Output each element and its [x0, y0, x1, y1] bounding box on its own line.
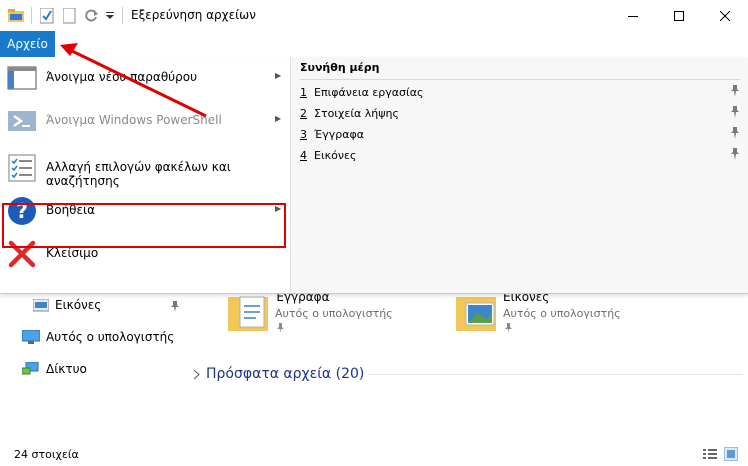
network-icon [22, 362, 39, 375]
nav-item-this-pc[interactable]: Αυτός ο υπολογιστής [22, 330, 174, 344]
frequent-place-item[interactable]: 1 Επιφάνεια εργασίας [300, 83, 740, 103]
ribbon-bar [0, 31, 748, 58]
new-folder-icon[interactable] [63, 8, 76, 24]
properties-icon[interactable] [40, 8, 54, 24]
new-window-icon [7, 66, 37, 90]
access-key: 3 [300, 128, 307, 141]
folder-app-icon [8, 9, 24, 22]
nav-item-label: Αυτός ο υπολογιστής [46, 330, 175, 344]
toolbar-divider [31, 7, 32, 24]
section-divider [368, 374, 743, 375]
file-menu: Άνοιγμα νέου παραθύρου ▶ Άνοιγμα Windows… [0, 57, 748, 294]
folder-options-icon [8, 154, 36, 182]
menu-item-label: Άνοιγμα Windows PowerShell [46, 113, 222, 127]
documents-folder-icon[interactable] [228, 293, 270, 333]
nav-item-label: Δίκτυο [46, 362, 87, 376]
frequent-place-label: Στοιχεία λήψης [314, 107, 399, 120]
minimize-icon [628, 15, 638, 17]
frequent-place-item[interactable]: 2 Στοιχεία λήψης [300, 104, 740, 124]
item-count: 24 στοιχεία [14, 448, 79, 461]
file-menu-commands: Άνοιγμα νέου παραθύρου ▶ Άνοιγμα Windows… [0, 57, 291, 293]
pin-icon[interactable] [170, 301, 180, 312]
frequent-place-label: Επιφάνεια εργασίας [314, 86, 424, 99]
section-divider [300, 79, 740, 80]
access-key: 4 [300, 149, 307, 162]
status-bar [0, 440, 748, 466]
maximize-icon [674, 10, 684, 21]
submenu-arrow-icon: ▶ [275, 71, 282, 80]
frequent-places-title: Συνήθη μέρη [300, 61, 380, 74]
pin-icon[interactable] [730, 106, 740, 118]
powershell-icon [8, 111, 36, 131]
pin-icon[interactable] [730, 85, 740, 97]
frequent-place-item[interactable]: 4 Εικόνες [300, 146, 740, 166]
computer-icon [22, 330, 40, 344]
nav-item-network[interactable]: Δίκτυο [22, 362, 87, 376]
customize-toolbar-chevron-icon[interactable] [106, 12, 114, 20]
menu-item-label: Άνοιγμα νέου παραθύρου [46, 70, 198, 84]
menu-item-open-powershell[interactable]: Άνοιγμα Windows PowerShell ▶ [0, 100, 290, 143]
pictures-icon [33, 298, 49, 311]
pin-icon[interactable] [276, 323, 285, 333]
menu-item-label: Κλείσιμο [46, 246, 99, 260]
pin-icon[interactable] [730, 148, 740, 160]
maximize-button[interactable] [656, 0, 702, 31]
pin-icon[interactable] [730, 127, 740, 139]
folder-location: Αυτός ο υπολογιστής [503, 307, 621, 320]
chevron-right-icon [193, 369, 200, 379]
folder-location: Αυτός ο υπολογιστής [275, 307, 393, 320]
menu-item-folder-options[interactable]: Αλλαγή επιλογών φακέλων και αναζήτησης [0, 147, 290, 190]
large-icons-view-icon[interactable] [724, 447, 738, 461]
window-title: Εξερεύνηση αρχείων [131, 8, 256, 22]
close-icon [720, 10, 730, 21]
details-view-icon[interactable] [703, 448, 717, 460]
frequent-place-label: Εικόνες [314, 149, 357, 162]
nav-item-label: Εικόνες [55, 298, 102, 312]
title-bar: Εξερεύνηση αρχείων [0, 0, 748, 31]
access-key: 2 [300, 107, 307, 120]
nav-item-pictures[interactable]: Εικόνες [33, 298, 101, 312]
frequent-places-panel: Συνήθη μέρη 1 Επιφάνεια εργασίας 2 Στοιχ… [291, 57, 748, 293]
file-tab[interactable]: Αρχείο [0, 31, 55, 57]
close-button[interactable] [702, 0, 748, 31]
access-key: 1 [300, 86, 307, 99]
menu-item-label: Αλλαγή επιλογών φακέλων και αναζήτησης [46, 160, 231, 188]
toolbar-divider [122, 7, 123, 24]
minimize-button[interactable] [610, 0, 656, 31]
recent-files-label: Πρόσφατα αρχεία (20) [206, 366, 365, 382]
submenu-arrow-icon: ▶ [275, 114, 282, 123]
annotation-highlight-box [2, 203, 286, 248]
menu-item-open-new-window[interactable]: Άνοιγμα νέου παραθύρου ▶ [0, 57, 290, 100]
frequent-place-label: Έγγραφα [314, 128, 364, 141]
redo-icon[interactable] [85, 8, 99, 22]
pictures-folder-icon[interactable] [456, 293, 498, 333]
pin-icon[interactable] [504, 323, 513, 333]
frequent-place-item[interactable]: 3 Έγγραφα [300, 125, 740, 145]
recent-files-header[interactable]: Πρόσφατα αρχεία (20) [193, 366, 364, 382]
